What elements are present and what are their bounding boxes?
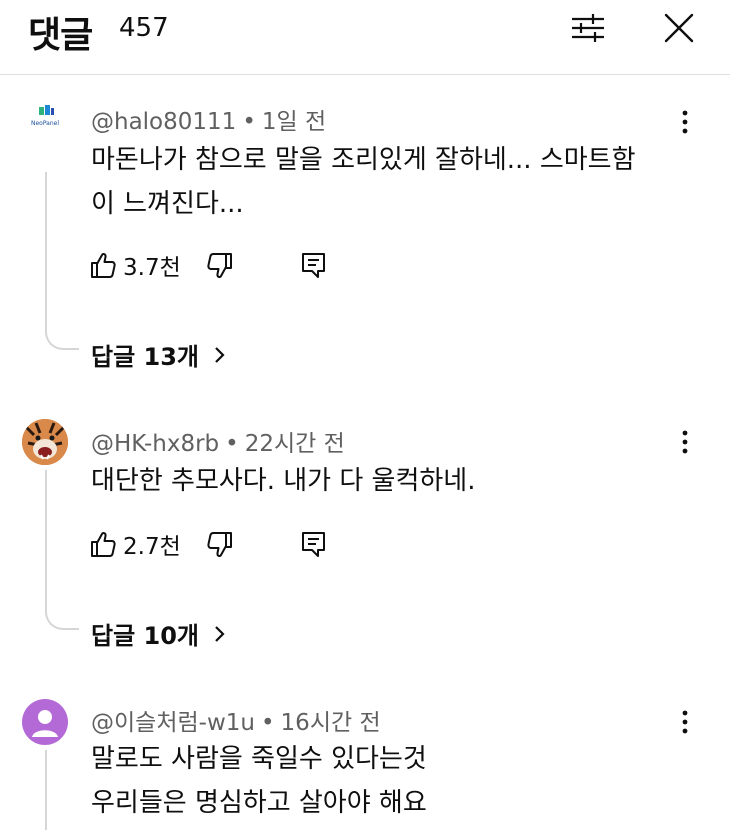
meta-separator: • [242, 109, 256, 135]
thread-line [45, 750, 47, 830]
replies-label: 답글 13개 [91, 343, 199, 371]
view-replies-button[interactable]: 답글 10개 [91, 616, 227, 651]
chevron-right-icon [215, 625, 225, 642]
author-handle[interactable]: @halo80111 [91, 109, 236, 135]
more-options-button[interactable] [670, 704, 700, 740]
comment-line: 우리들은 명심하고 살아야 해요 [91, 788, 427, 818]
more-vert-icon [682, 110, 688, 134]
meta-separator: • [225, 431, 239, 457]
sort-filter-button[interactable] [565, 8, 611, 48]
comment-line: 대단한 추모사다. 내가 다 울컥하네. [91, 466, 476, 496]
comment-text: 대단한 추모사다. 내가 다 울컥하네. [91, 459, 691, 503]
avatar[interactable] [22, 419, 68, 465]
like-count: 3.7천 [123, 255, 181, 281]
author-handle[interactable]: @이슬처럼-w1u [91, 710, 255, 736]
comment-meta: @이슬처럼-w1u • 16시간 전 [91, 703, 381, 737]
timestamp[interactable]: 1일 전 [262, 109, 326, 135]
neopanel-logo: NeoPanel [31, 105, 59, 127]
thumbs-down-icon [207, 253, 232, 279]
comment-line: 말로도 사람을 죽일수 있다는것 [91, 744, 427, 774]
view-replies-button[interactable]: 답글 13개 [91, 337, 227, 372]
comment-line: 이 느껴진다... [91, 189, 244, 219]
meta-separator: • [260, 710, 275, 736]
comments-header: 댓글 457 [0, 0, 730, 75]
avatar[interactable] [22, 699, 68, 745]
close-button[interactable] [656, 6, 702, 50]
thread-line [45, 172, 79, 350]
reply-button[interactable] [297, 526, 331, 562]
tiger-avatar [22, 419, 68, 465]
comment-line: 마돈나가 참으로 말을 조리있게 잘하네... 스마트함 [91, 145, 636, 175]
more-options-button[interactable] [670, 104, 700, 140]
more-vert-icon [682, 710, 688, 734]
more-options-button[interactable] [670, 424, 700, 460]
timestamp[interactable]: 22시간 전 [245, 431, 345, 457]
sliders-icon [572, 14, 604, 42]
timestamp[interactable]: 16시간 전 [281, 710, 381, 736]
chevron-right-icon [215, 346, 225, 363]
thumbs-down-icon [207, 532, 232, 558]
thumbs-up-icon [91, 531, 116, 557]
close-icon [664, 13, 694, 43]
replies-label: 답글 10개 [91, 622, 199, 650]
comment-count: 457 [119, 13, 169, 43]
avatar[interactable]: NeoPanel [22, 94, 68, 140]
comment-meta: @halo80111 • 1일 전 [91, 102, 326, 136]
comment-text: 마돈나가 참으로 말을 조리있게 잘하네... 스마트함 이 느껴진다... [91, 138, 691, 226]
reply-button[interactable] [297, 247, 331, 283]
comment-actions: 3.7천 [89, 247, 349, 283]
comment-meta: @HK-hx8rb • 22시간 전 [91, 424, 345, 458]
comment-text: 말로도 사람을 죽일수 있다는것 우리들은 명심하고 살아야 해요 [91, 737, 691, 825]
thumbs-up-icon [91, 252, 116, 278]
like-button[interactable]: 2.7천 [89, 526, 181, 562]
thread-line [45, 470, 79, 630]
reply-icon [302, 532, 325, 557]
reply-icon [302, 253, 325, 278]
dislike-button[interactable] [203, 247, 237, 283]
author-handle[interactable]: @HK-hx8rb [91, 431, 219, 457]
avatar-logo-text: NeoPanel [31, 120, 59, 127]
more-vert-icon [682, 430, 688, 454]
like-button[interactable]: 3.7천 [89, 247, 181, 283]
page-title: 댓글 [28, 15, 93, 56]
comment-actions: 2.7천 [89, 526, 349, 562]
default-user-avatar [32, 710, 58, 737]
dislike-button[interactable] [203, 526, 237, 562]
like-count: 2.7천 [123, 534, 181, 560]
